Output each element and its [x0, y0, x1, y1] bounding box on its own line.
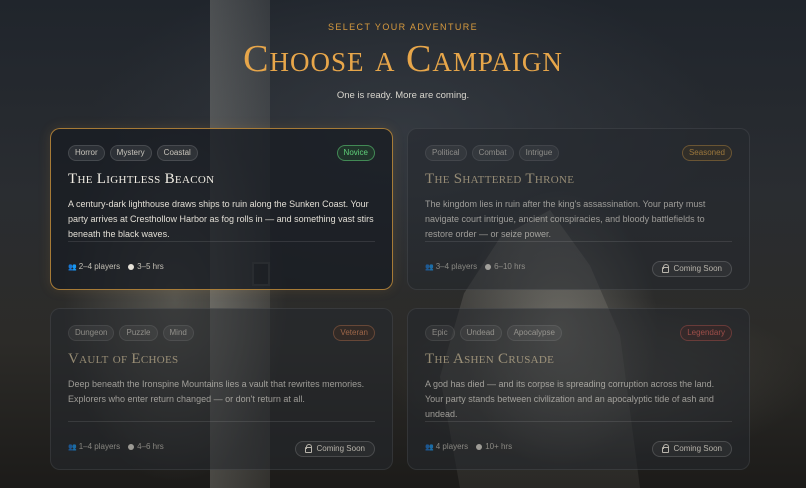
lock-icon — [661, 264, 670, 273]
players-count: 3–4 players — [435, 262, 478, 271]
players-icon: 👥 — [425, 263, 434, 271]
campaign-description: Deep beneath the Ironspine Mountains lie… — [68, 379, 365, 404]
coming-soon-label: Coming Soon — [673, 264, 722, 273]
tag: Puzzle — [119, 325, 158, 341]
duration-meta: 10+ hrs — [476, 442, 512, 451]
campaign-meta: 👥 2–4 players 3–5 hrs — [68, 262, 172, 271]
tag: Coastal — [156, 145, 198, 161]
tag-row: Dungeon Puzzle Mind Veteran — [68, 325, 375, 341]
tag-row: Political Combat Intrigue Seasoned — [425, 145, 732, 161]
card-divider — [425, 421, 732, 422]
clock-icon — [128, 263, 135, 270]
players-icon: 👥 — [68, 443, 77, 451]
clock-icon — [485, 263, 492, 270]
card-divider — [425, 241, 732, 242]
card-body: Dungeon Puzzle Mind Veteran Vault of Ech… — [68, 325, 375, 451]
campaign-title: The Ashen Crusade — [425, 351, 555, 367]
tag-row: Horror Mystery Coastal Novice — [68, 145, 375, 161]
tag: Dungeon — [68, 325, 115, 341]
difficulty-badge: Novice — [336, 145, 375, 161]
coming-soon-label: Coming Soon — [316, 444, 365, 453]
tag: Combat — [471, 145, 514, 161]
campaign-description: A god has died — and its corpse is sprea… — [425, 379, 715, 419]
difficulty-badge: Veteran — [333, 325, 375, 341]
page-subtitle: One is ready. More are coming. — [336, 90, 470, 101]
lock-icon — [304, 444, 313, 453]
players-count: 1–4 players — [78, 442, 121, 451]
eyebrow-label: SELECT YOUR ADVENTURE — [327, 22, 479, 32]
tag: Epic — [425, 325, 455, 341]
card-body: Political Combat Intrigue Seasoned The S… — [425, 145, 732, 271]
campaign-description: A century-dark lighthouse draws ships to… — [68, 199, 374, 239]
duration-meta: 3–5 hrs — [128, 262, 164, 271]
players-meta: 👥 2–4 players — [68, 262, 120, 271]
duration-meta: 6–10 hrs — [485, 262, 525, 271]
duration-value: 10+ hrs — [485, 442, 513, 451]
tag: Apocalypse — [506, 325, 562, 341]
players-icon: 👥 — [425, 443, 434, 451]
campaign-title: The Lightless Beacon — [68, 171, 215, 187]
players-count: 2–4 players — [78, 262, 121, 271]
tag: Mystery — [109, 145, 152, 161]
campaign-meta: 👥 1–4 players 4–6 hrs — [68, 442, 172, 451]
tag: Horror — [68, 145, 105, 161]
coming-soon-badge: Coming Soon — [651, 441, 732, 457]
lock-icon — [661, 444, 670, 453]
clock-icon — [128, 443, 135, 450]
campaign-title: Vault of Echoes — [68, 351, 179, 367]
campaign-title: The Shattered Throne — [425, 171, 575, 187]
card-body: Horror Mystery Coastal Novice The Lightl… — [68, 145, 375, 242]
players-meta: 👥 3–4 players — [425, 262, 477, 271]
campaign-card-lightless-beacon[interactable]: Horror Mystery Coastal Novice The Lightl… — [50, 128, 393, 290]
tag: Mind — [162, 325, 194, 341]
campaign-card-shattered-throne: Political Combat Intrigue Seasoned The S… — [407, 128, 750, 290]
players-icon: 👥 — [68, 263, 77, 271]
coming-soon-badge: Coming Soon — [651, 261, 732, 277]
tag: Undead — [459, 325, 502, 341]
coming-soon-label: Coming Soon — [673, 444, 722, 453]
tag-row: Epic Undead Apocalypse Legendary — [425, 325, 732, 341]
players-meta: 👥 1–4 players — [68, 442, 120, 451]
card-divider — [68, 241, 375, 242]
duration-meta: 4–6 hrs — [128, 442, 164, 451]
tag: Political — [425, 145, 467, 161]
card-divider — [68, 421, 375, 422]
campaign-card-ashen-crusade: Epic Undead Apocalypse Legendary The Ash… — [407, 308, 750, 470]
difficulty-badge: Legendary — [680, 325, 732, 341]
tag: Intrigue — [518, 145, 560, 161]
campaign-meta: 👥 4 players 10+ hrs — [425, 442, 520, 451]
duration-value: 4–6 hrs — [137, 442, 164, 451]
clock-icon — [476, 443, 483, 450]
page-header: SELECT YOUR ADVENTURE Choose a Campaign … — [0, 0, 806, 101]
campaign-meta: 👥 3–4 players 6–10 hrs — [425, 262, 533, 271]
difficulty-badge: Seasoned — [681, 145, 732, 161]
campaign-card-vault-of-echoes: Dungeon Puzzle Mind Veteran Vault of Ech… — [50, 308, 393, 470]
duration-value: 6–10 hrs — [494, 262, 526, 271]
coming-soon-badge: Coming Soon — [294, 441, 375, 457]
duration-value: 3–5 hrs — [137, 262, 164, 271]
card-body: Epic Undead Apocalypse Legendary The Ash… — [425, 325, 732, 451]
players-count: 4 players — [435, 442, 469, 451]
players-meta: 👥 4 players — [425, 442, 468, 451]
page-title: Choose a Campaign — [243, 38, 563, 80]
campaign-description: The kingdom lies in ruin after the king'… — [425, 199, 706, 239]
